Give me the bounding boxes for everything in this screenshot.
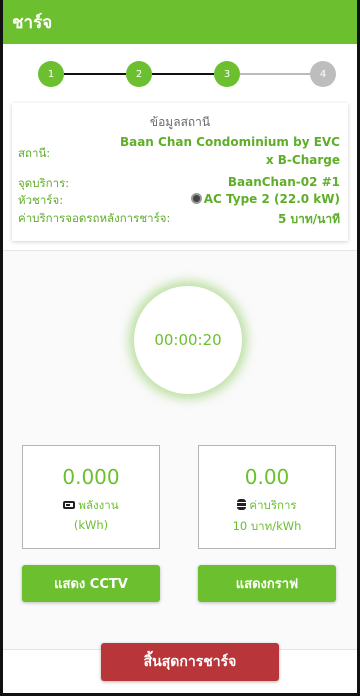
parking-fee-label: ค่าบริการจอดรถหลังการชาร์จ:	[18, 211, 171, 225]
progress-stepper: 1 2 3 4	[38, 61, 338, 87]
station-label: สถานี:	[18, 146, 51, 160]
energy-label-row: พลังงาน	[23, 497, 159, 515]
step-4: 4	[310, 61, 336, 87]
connector-value-wrap: AC Type 2 (22.0 kW)	[190, 192, 340, 206]
cost-stat-card: 0.00 ค่าบริการ 10 บาท/kWh	[198, 445, 336, 549]
energy-value: 0.000	[62, 465, 120, 489]
station-name-line1: Baan Chan Condominium by EVC	[119, 135, 340, 149]
page-title: ชาร์จ	[12, 12, 53, 33]
elapsed-timer: 00:00:20	[134, 286, 242, 394]
coins-icon	[237, 499, 247, 510]
plug-icon	[190, 193, 202, 204]
step-3: 3	[214, 61, 240, 87]
parking-fee-value: 5 บาท/นาที	[277, 212, 340, 226]
show-graph-button[interactable]: แสดงกราฟ	[198, 565, 336, 602]
battery-icon	[63, 501, 76, 509]
cost-value: 0.00	[244, 465, 290, 489]
app-header: ชาร์จ	[3, 0, 357, 44]
energy-stat-card: 0.000 พลังงาน (kWh)	[22, 445, 160, 549]
stepper-line-3	[240, 73, 310, 75]
cost-label-row: ค่าบริการ	[199, 497, 335, 515]
step-1: 1	[38, 61, 64, 87]
energy-label: พลังงาน	[78, 498, 119, 512]
station-info-title: ข้อมูลสถานี	[149, 115, 211, 129]
energy-unit: (kWh)	[73, 518, 109, 532]
connector-label: หัวชาร์จ:	[18, 193, 64, 207]
service-point-value: BaanChan-02 #1	[227, 175, 340, 189]
station-info-card: ข้อมูลสถานี สถานี: Baan Chan Condominium…	[12, 103, 348, 241]
end-charging-button[interactable]: สิ้นสุดการชาร์จ	[101, 643, 279, 681]
show-cctv-button[interactable]: แสดง CCTV	[22, 565, 160, 602]
stepper-line-1	[64, 73, 126, 75]
connector-value: AC Type 2 (22.0 kW)	[203, 192, 340, 206]
step-2: 2	[126, 61, 152, 87]
station-name-line2: x B-Charge	[265, 153, 340, 167]
service-point-label: จุดบริการ:	[18, 176, 70, 190]
cost-rate: 10 บาท/kWh	[232, 519, 302, 533]
cost-label: ค่าบริการ	[249, 498, 297, 512]
stepper-line-2	[152, 73, 214, 75]
